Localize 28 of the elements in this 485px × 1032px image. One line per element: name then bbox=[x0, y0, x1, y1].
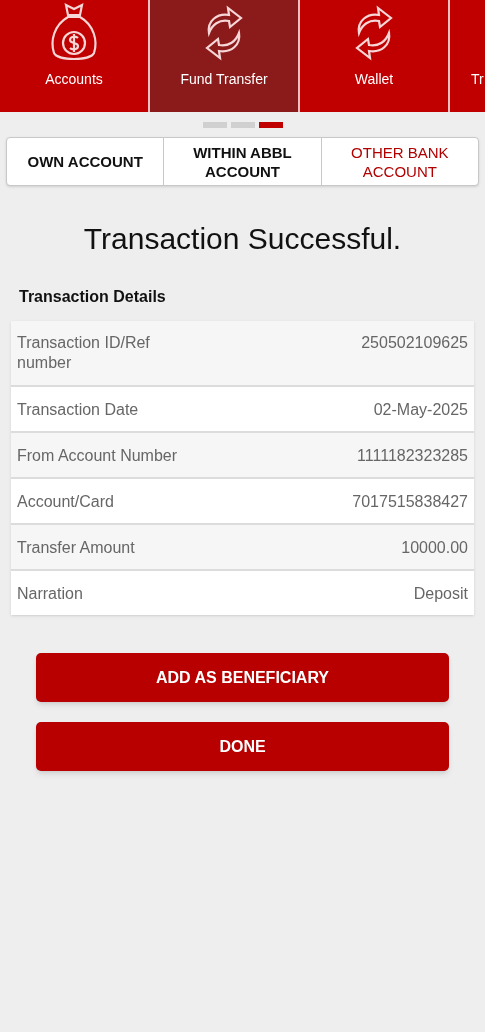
nav-tab[interactable]: Fund Transfer bbox=[150, 0, 298, 112]
done-button[interactable]: DONE bbox=[36, 722, 449, 771]
section-title: Transaction Details bbox=[19, 287, 167, 307]
transfer-type-tab[interactable]: OTHER BANK ACCOUNT bbox=[320, 138, 478, 185]
nav-tab[interactable]: Tr bbox=[450, 0, 485, 112]
money-bag-icon bbox=[48, 1, 100, 63]
detail-label: Transfer Amount bbox=[17, 538, 136, 558]
nav-label: Wallet bbox=[354, 70, 394, 89]
detail-label: Transaction ID/Ref number bbox=[17, 333, 151, 373]
add-beneficiary-button[interactable]: ADD AS BENEFICIARY bbox=[36, 653, 449, 702]
detail-label: From Account Number bbox=[17, 446, 179, 466]
detail-value: 7017515838427 bbox=[352, 492, 468, 512]
nav-tab[interactable]: Accounts bbox=[0, 0, 148, 112]
detail-value: 250502109625 bbox=[361, 333, 468, 353]
detail-value: 10000.00 bbox=[401, 538, 468, 558]
detail-label: Narration bbox=[17, 584, 84, 604]
transfer-type-tab[interactable]: WITHIN ABBL ACCOUNT bbox=[163, 138, 321, 185]
detail-value: Deposit bbox=[413, 584, 468, 604]
detail-label: Account/Card bbox=[17, 492, 115, 512]
detail-value: 02-May-2025 bbox=[373, 400, 468, 420]
nav-tab[interactable]: Wallet bbox=[300, 0, 448, 112]
nav-label: Fund Transfer bbox=[180, 70, 268, 89]
transfer-type-tab[interactable]: OWN ACCOUNT bbox=[7, 138, 164, 185]
detail-label: Transaction Date bbox=[17, 400, 140, 420]
detail-value: 1111182323285 bbox=[357, 446, 468, 466]
nav-label: Accounts bbox=[45, 70, 103, 89]
success-heading: Transaction Successful. bbox=[82, 221, 403, 257]
nav-label: Tr bbox=[471, 70, 484, 89]
